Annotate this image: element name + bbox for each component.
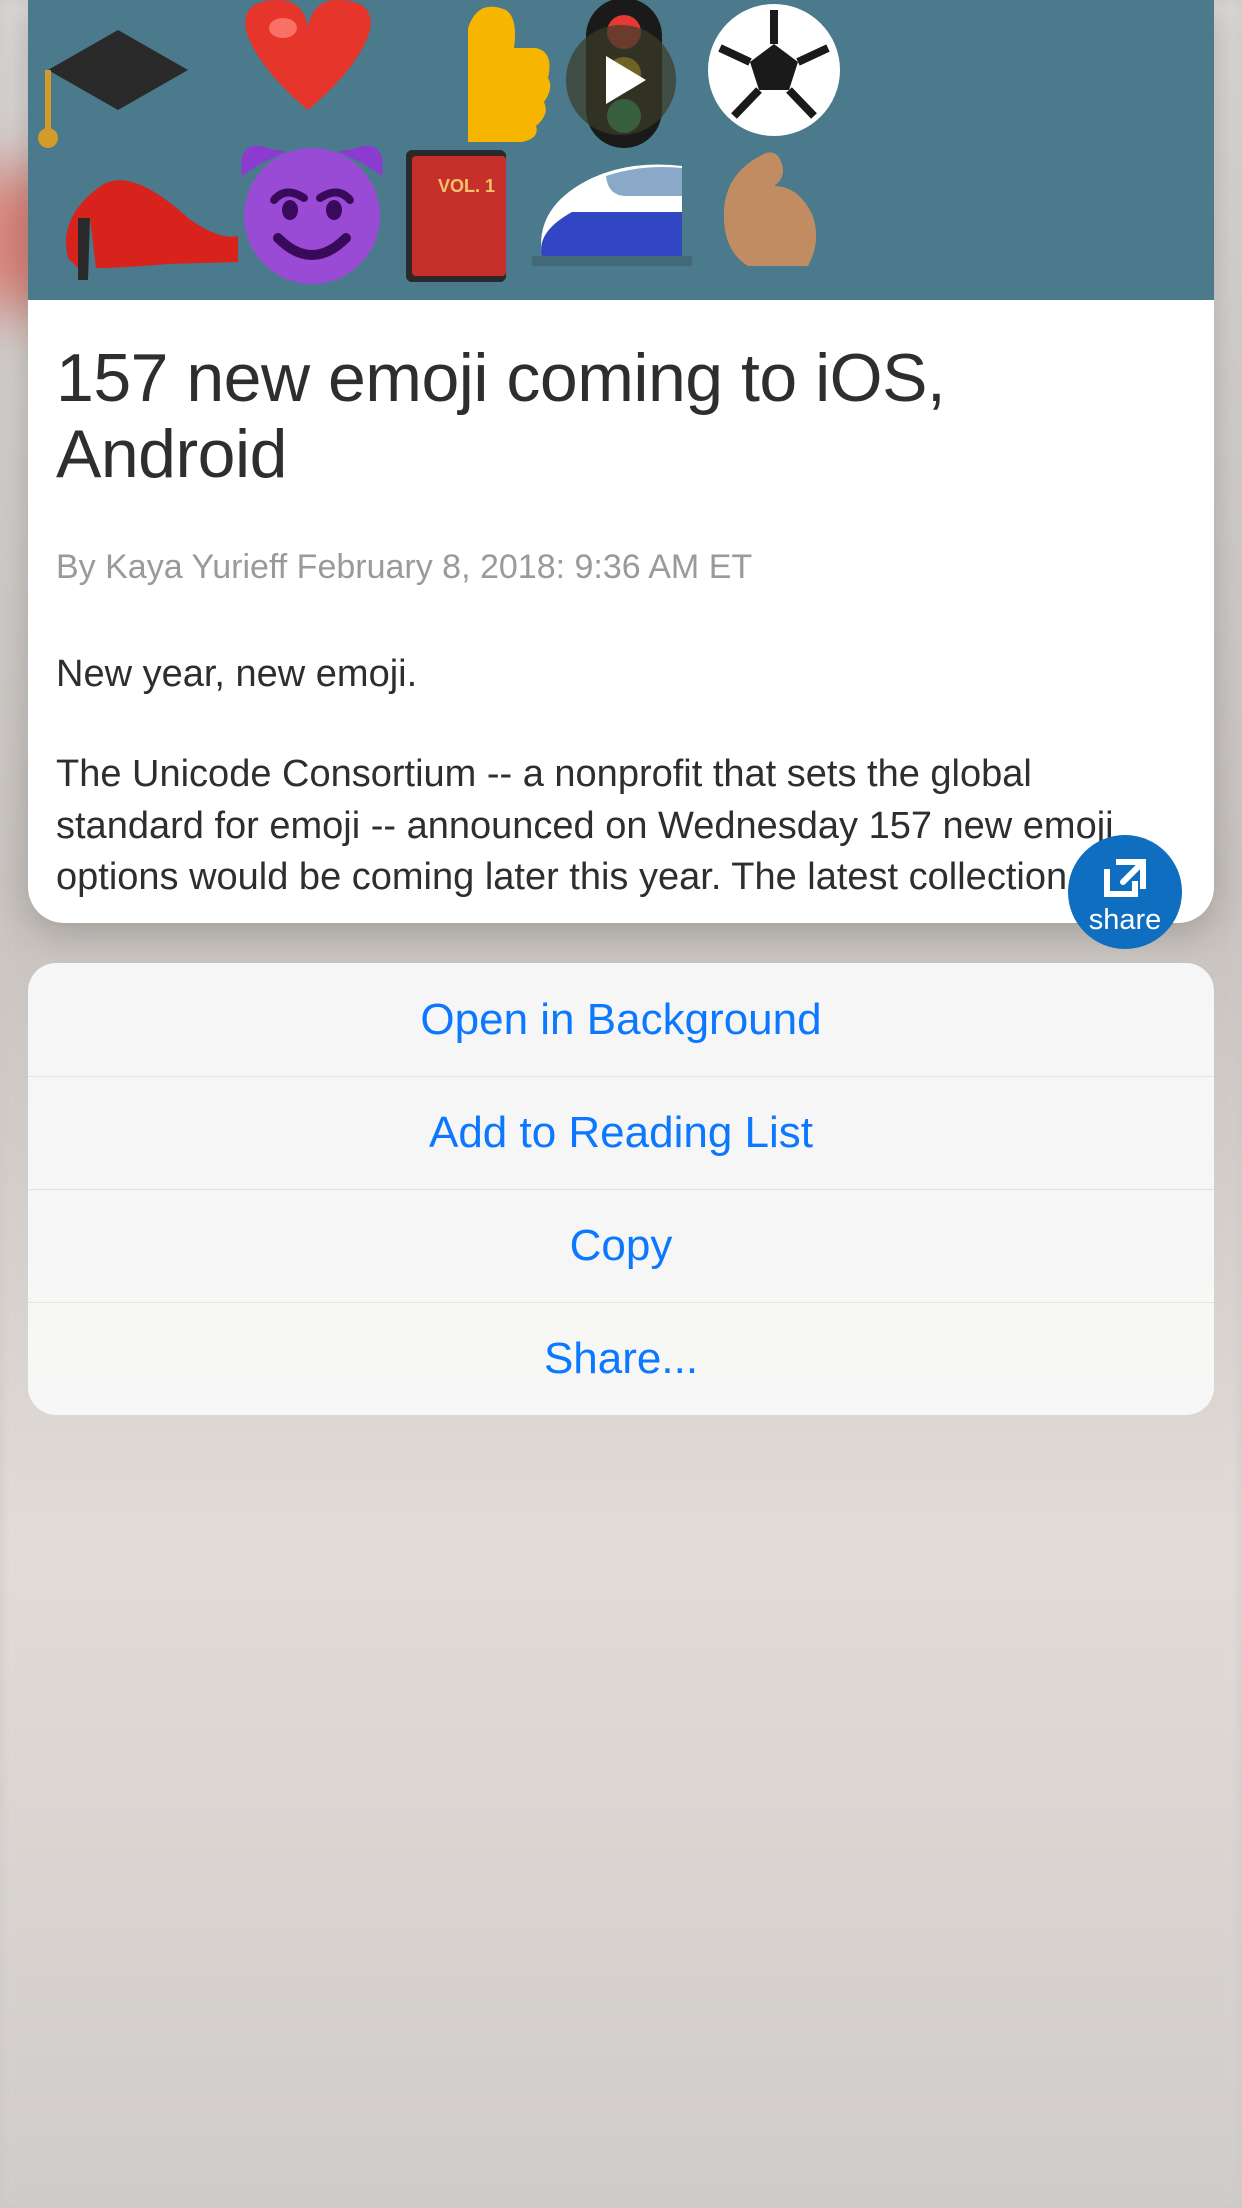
share-fab[interactable]: share [1068, 835, 1182, 949]
action-add-to-reading-list[interactable]: Add to Reading List [28, 1076, 1214, 1189]
share-icon [1101, 856, 1149, 900]
article-hero-image: VOL. 1 [28, 0, 1214, 300]
link-preview-card: VOL. 1 157 new emoji coming to iOS, Andr… [28, 0, 1214, 923]
article-byline: By Kaya Yurieff February 8, 2018: 9:36 A… [56, 548, 1186, 587]
article-paragraph: New year, new emoji. [56, 649, 1186, 701]
play-button[interactable] [566, 25, 676, 135]
article-body: 157 new emoji coming to iOS, Android By … [28, 300, 1214, 904]
article-title: 157 new emoji coming to iOS, Android [56, 340, 1186, 492]
play-icon [606, 56, 646, 104]
share-fab-label: share [1089, 904, 1162, 937]
action-copy[interactable]: Copy [28, 1189, 1214, 1302]
action-share[interactable]: Share... [28, 1302, 1214, 1415]
svg-text:VOL. 1: VOL. 1 [438, 176, 495, 196]
article-paragraph: The Unicode Consortium -- a nonprofit th… [56, 749, 1186, 904]
action-open-in-background[interactable]: Open in Background [28, 963, 1214, 1076]
context-action-sheet: Open in Background Add to Reading List C… [28, 963, 1214, 1415]
